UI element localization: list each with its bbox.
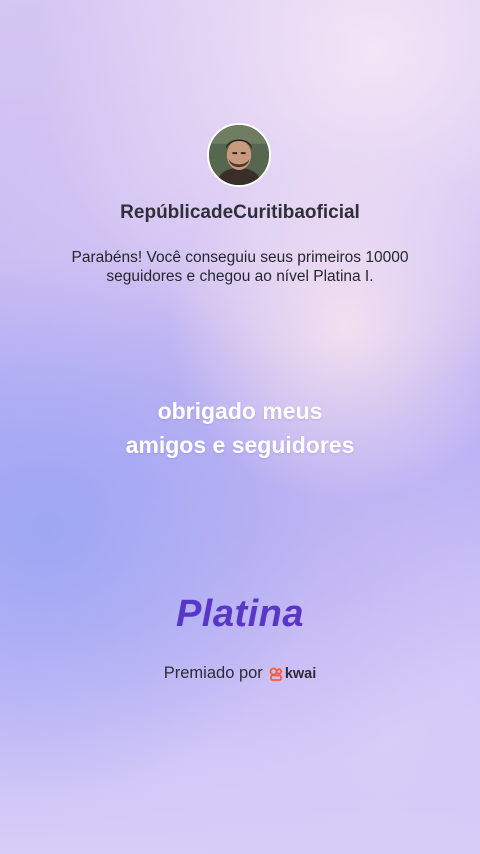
user-avatar[interactable] <box>207 123 271 187</box>
congratulations-message: Parabéns! Você conseguiu seus primeiros … <box>50 248 430 286</box>
username: RepúblicadeCuritibaoficial <box>120 202 360 223</box>
thanks-caption: obrigado meus amigos e seguidores <box>0 394 480 462</box>
avatar-photo-icon <box>209 125 269 185</box>
kwai-brand: kwai <box>269 666 316 682</box>
awarded-by: Premiado por kwai <box>0 664 480 683</box>
kwai-logo-icon <box>269 667 282 681</box>
message-line-1: Parabéns! Você conseguiu seus primeiros … <box>71 249 409 266</box>
level-title: Platina <box>175 593 305 635</box>
thanks-line-2: amigos e seguidores <box>125 432 355 458</box>
thanks-line-1: obrigado meus <box>157 398 323 424</box>
message-line-2: seguidores e chegou ao nível Platina I. <box>106 268 374 285</box>
kwai-brand-name: kwai <box>284 665 317 682</box>
awarded-by-label: Premiado por <box>163 664 263 682</box>
